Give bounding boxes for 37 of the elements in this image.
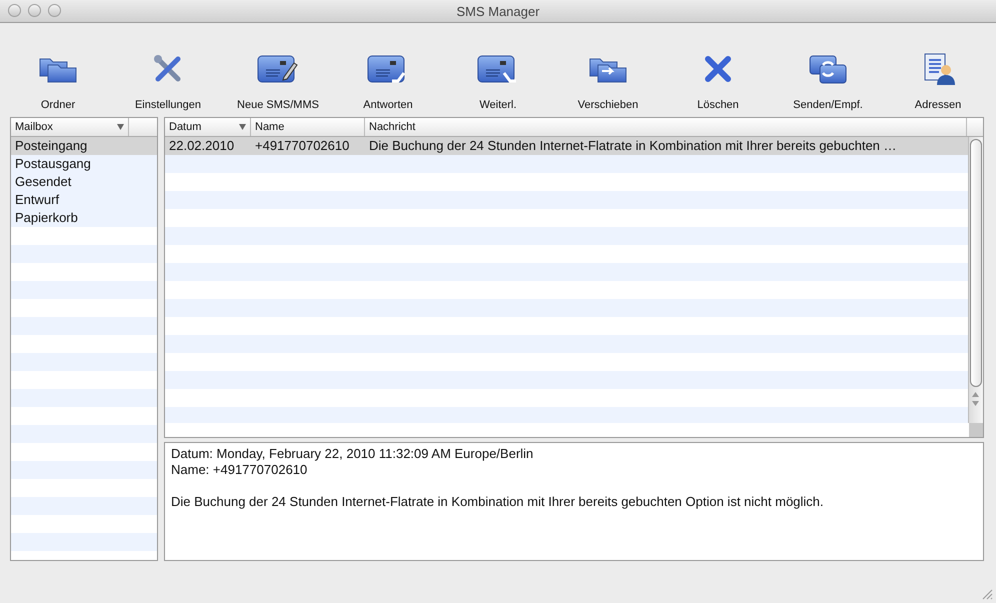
mailbox-item[interactable]: Gesendet: [11, 173, 157, 191]
minimize-button[interactable]: [28, 4, 41, 17]
mailbox-item[interactable]: Papierkorb: [11, 209, 157, 227]
toolbar-button[interactable]: Neue SMS/MMS: [224, 37, 332, 111]
toolbar-button[interactable]: Verschieben: [554, 37, 662, 111]
resize-grip-icon: [982, 589, 993, 600]
mailbox-item[interactable]: Entwurf: [11, 191, 157, 209]
scrollbar[interactable]: [968, 137, 983, 423]
message-row[interactable]: 22.02.2010 +491770702610 Die Buchung der 24 Stunden Internet-Flatrate in Kombination mit Ihrer bereits gebuchten …: [165, 137, 968, 155]
table-cell-text: +491770702610: [254, 137, 350, 155]
mailbox-item[interactable]: Posteingang: [11, 137, 157, 155]
sort-icon: [117, 124, 124, 130]
toolbar-button[interactable]: Einstellungen: [114, 37, 222, 111]
table-cell-text: 22.02.2010: [168, 137, 236, 155]
column-header[interactable]: Datum: [165, 118, 251, 136]
toolbar-button[interactable]: Senden/Empf.: [774, 37, 882, 111]
column-header[interactable]: Nachricht: [365, 118, 967, 136]
table-cell-text: Die Buchung der 24 Stunden Internet-Flatrate in Kombination mit Ihrer bereits gebuchten …: [368, 137, 898, 155]
envelope-icon: [256, 53, 300, 85]
column-header[interactable]: Name: [251, 118, 365, 136]
sort-icon: [239, 124, 246, 130]
toolbar-button[interactable]: Ordner: [4, 37, 112, 111]
zoom-button[interactable]: [48, 4, 61, 17]
scroll-corner: [969, 423, 983, 437]
preview-line: Name: +491770702610: [171, 462, 308, 478]
window-title: SMS Manager: [456, 4, 540, 18]
toolbar-button[interactable]: Antworten: [334, 37, 442, 111]
toolbar-button[interactable]: Löschen: [664, 37, 772, 111]
close-button[interactable]: [8, 4, 21, 17]
delete-icon: [703, 54, 733, 84]
preview-line: Datum: Monday, February 22, 2010 11:32:09 AM Europe/Berlin: [171, 446, 534, 462]
scroll-arrows-icon: [972, 391, 979, 407]
toolbar-button[interactable]: Adressen: [884, 37, 992, 111]
toolbar-button[interactable]: Weiterl.: [444, 37, 552, 111]
sync-icon: [808, 53, 848, 85]
message-text: Die Buchung der 24 Stunden Internet-Flatrate in Kombination mit Ihrer bereits gebuchten Option ist nicht möglich.: [171, 494, 825, 510]
mailbox-item[interactable]: Postausgang: [11, 155, 157, 173]
